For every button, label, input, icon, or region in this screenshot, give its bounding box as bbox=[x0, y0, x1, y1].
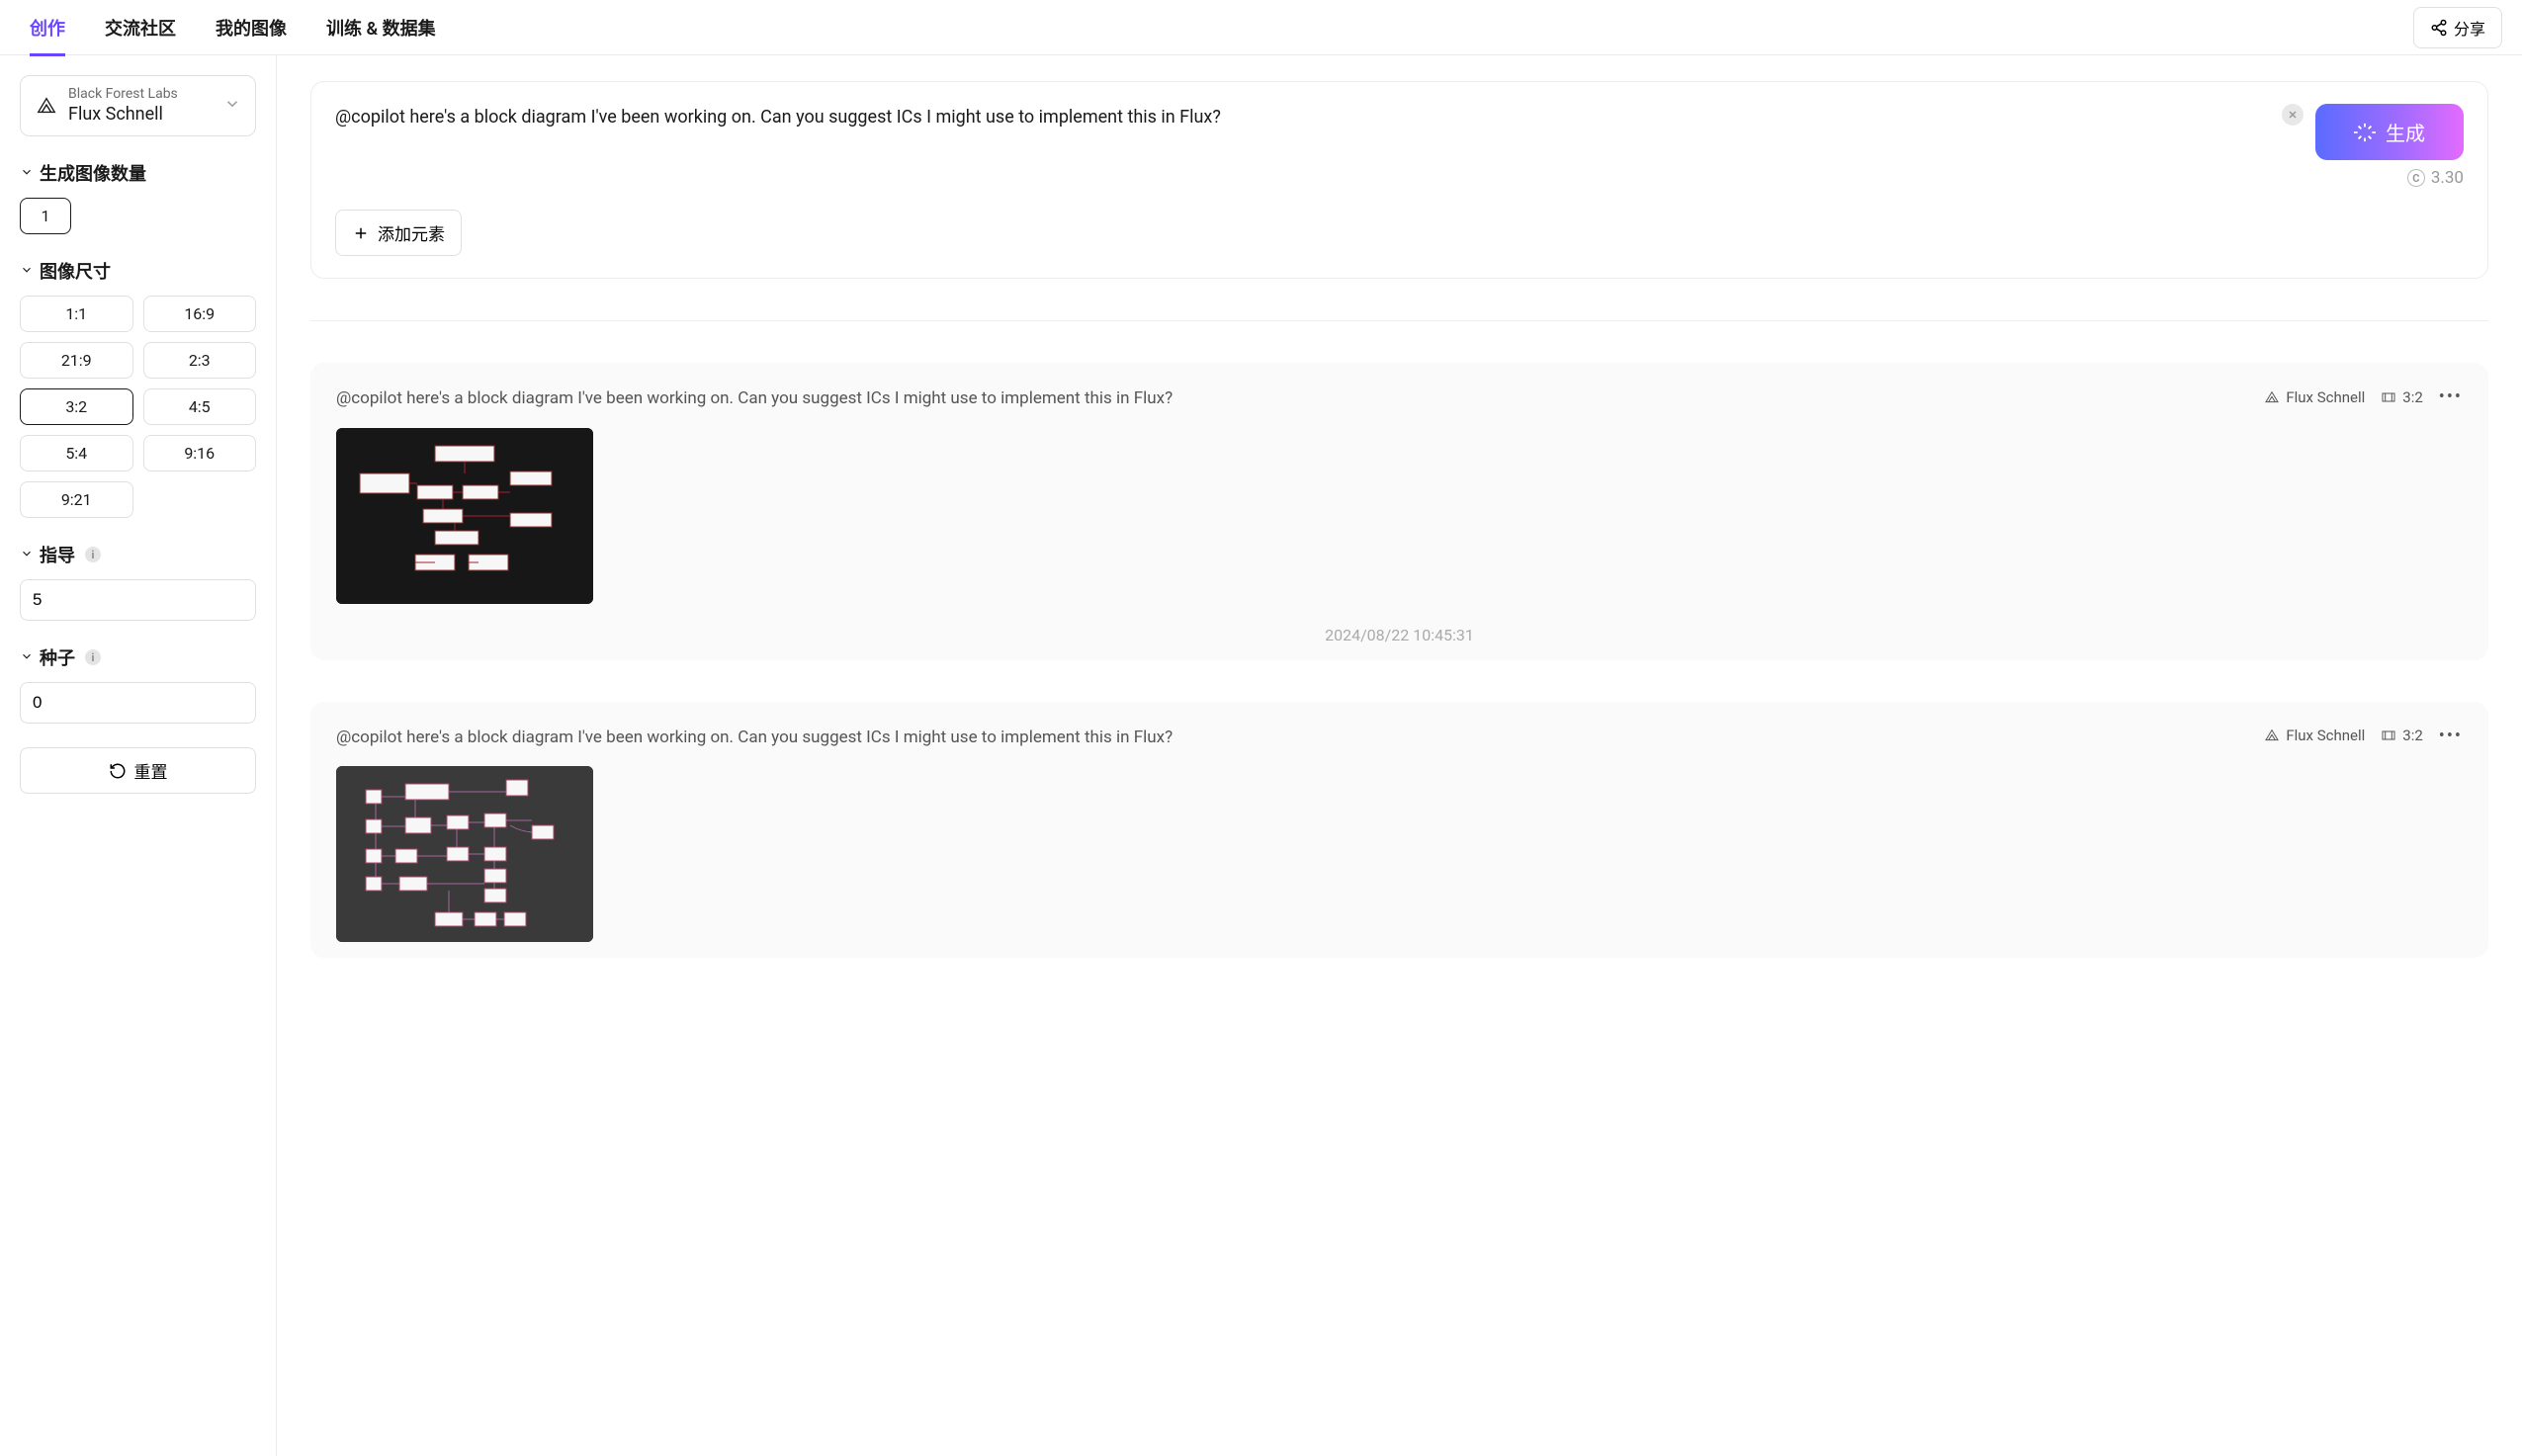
section-seed-toggle[interactable]: 种子 i bbox=[20, 644, 256, 670]
model-logo-icon bbox=[2264, 389, 2280, 405]
block-diagram-thumbnail-icon bbox=[336, 766, 593, 942]
tab-training[interactable]: 训练 & 数据集 bbox=[326, 0, 436, 56]
history-timestamp: 2024/08/22 10:45:31 bbox=[336, 626, 2463, 644]
reset-button[interactable]: 重置 bbox=[20, 747, 256, 794]
chevron-down-icon bbox=[223, 95, 241, 117]
guidance-input[interactable] bbox=[20, 579, 256, 621]
section-seed: 种子 i bbox=[20, 644, 256, 724]
section-guidance-label: 指导 bbox=[40, 542, 75, 567]
generate-label: 生成 bbox=[2386, 118, 2425, 146]
credit-value: 3.30 bbox=[2431, 168, 2464, 188]
history-ratio-label: 3:2 bbox=[2402, 727, 2423, 744]
history-prompt: @copilot here's a block diagram I've bee… bbox=[336, 386, 2244, 412]
history-model-label: Flux Schnell bbox=[2286, 727, 2365, 744]
ratio-option-9-16[interactable]: 9:16 bbox=[143, 435, 257, 471]
clear-prompt-button[interactable] bbox=[2282, 104, 2304, 126]
model-name: Flux Schnell bbox=[68, 103, 178, 126]
credit-cost: C 3.30 bbox=[2407, 168, 2464, 188]
generate-button[interactable]: 生成 bbox=[2315, 104, 2464, 160]
prompt-card: 生成 C 3.30 添加元素 bbox=[310, 81, 2488, 279]
history-more-button[interactable]: ••• bbox=[2439, 386, 2463, 407]
ratio-option-9-21[interactable]: 9:21 bbox=[20, 481, 133, 518]
history-prompt: @copilot here's a block diagram I've bee… bbox=[336, 726, 2244, 751]
main-layout: Black Forest Labs Flux Schnell 生成图像数量 1 bbox=[0, 55, 2522, 1456]
ratio-option-21-9[interactable]: 21:9 bbox=[20, 342, 133, 379]
section-guidance: 指导 i bbox=[20, 542, 256, 621]
ratio-option-5-4[interactable]: 5:4 bbox=[20, 435, 133, 471]
plus-icon bbox=[352, 224, 370, 242]
tab-community[interactable]: 交流社区 bbox=[105, 0, 176, 56]
sparkle-icon bbox=[2354, 122, 2376, 143]
info-icon: i bbox=[85, 649, 101, 665]
reset-icon bbox=[109, 762, 127, 780]
prompt-input-area bbox=[335, 104, 2304, 134]
chevron-down-icon bbox=[20, 647, 34, 668]
history-ratio-label: 3:2 bbox=[2402, 388, 2423, 406]
prompt-input[interactable] bbox=[335, 104, 2304, 130]
reset-label: 重置 bbox=[134, 758, 168, 783]
history-ratio: 3:2 bbox=[2381, 727, 2423, 744]
section-seed-label: 种子 bbox=[40, 644, 75, 670]
history-meta: Flux Schnell 3:2 ••• bbox=[2264, 726, 2463, 746]
history-meta: Flux Schnell 3:2 ••• bbox=[2264, 386, 2463, 407]
tabs-nav: 创作 交流社区 我的图像 训练 & 数据集 bbox=[20, 0, 436, 56]
chevron-down-icon bbox=[20, 545, 34, 565]
chevron-down-icon bbox=[20, 261, 34, 282]
section-image-size-toggle[interactable]: 图像尺寸 bbox=[20, 258, 256, 284]
aspect-ratio-icon bbox=[2381, 389, 2396, 405]
tabs-header: 创作 交流社区 我的图像 训练 & 数据集 分享 bbox=[0, 0, 2522, 55]
close-icon bbox=[2287, 109, 2299, 121]
ratio-option-4-5[interactable]: 4:5 bbox=[143, 388, 257, 425]
model-logo-icon bbox=[2264, 728, 2280, 743]
history-more-button[interactable]: ••• bbox=[2439, 726, 2463, 746]
history-model-label: Flux Schnell bbox=[2286, 388, 2365, 406]
ratio-option-2-3[interactable]: 2:3 bbox=[143, 342, 257, 379]
add-element-label: 添加元素 bbox=[378, 220, 445, 245]
tab-create[interactable]: 创作 bbox=[30, 0, 65, 56]
right-panel: 生成 C 3.30 添加元素 @copilot here's a block d… bbox=[277, 55, 2522, 1456]
info-icon: i bbox=[85, 547, 101, 562]
history-card: @copilot here's a block diagram I've bee… bbox=[310, 363, 2488, 660]
divider bbox=[310, 320, 2488, 321]
image-count-option[interactable]: 1 bbox=[20, 198, 71, 234]
history-thumbnail[interactable] bbox=[336, 766, 593, 942]
ratio-option-1-1[interactable]: 1:1 bbox=[20, 296, 133, 332]
history-ratio: 3:2 bbox=[2381, 388, 2423, 406]
section-image-count: 生成图像数量 1 bbox=[20, 160, 256, 234]
generate-stack: 生成 C 3.30 bbox=[2315, 104, 2464, 188]
share-label: 分享 bbox=[2454, 16, 2485, 40]
ratio-option-16-9[interactable]: 16:9 bbox=[143, 296, 257, 332]
model-logo-icon bbox=[35, 94, 58, 118]
history-thumbnail[interactable] bbox=[336, 428, 593, 604]
block-diagram-thumbnail-icon bbox=[336, 428, 593, 604]
tab-my-images[interactable]: 我的图像 bbox=[216, 0, 287, 56]
section-guidance-toggle[interactable]: 指导 i bbox=[20, 542, 256, 567]
aspect-ratio-icon bbox=[2381, 728, 2396, 743]
history-model: Flux Schnell bbox=[2264, 388, 2365, 406]
section-image-count-toggle[interactable]: 生成图像数量 bbox=[20, 160, 256, 186]
share-button[interactable]: 分享 bbox=[2413, 7, 2502, 48]
section-image-size: 图像尺寸 1:1 16:9 21:9 2:3 3:2 4:5 5:4 9:16 … bbox=[20, 258, 256, 518]
ratio-option-3-2[interactable]: 3:2 bbox=[20, 388, 133, 425]
section-image-count-label: 生成图像数量 bbox=[40, 160, 146, 186]
history-model: Flux Schnell bbox=[2264, 727, 2365, 744]
share-icon bbox=[2430, 19, 2448, 37]
model-text: Black Forest Labs Flux Schnell bbox=[68, 86, 178, 126]
seed-input[interactable] bbox=[20, 682, 256, 724]
add-element-button[interactable]: 添加元素 bbox=[335, 210, 462, 256]
credit-icon: C bbox=[2407, 169, 2425, 187]
history-card: @copilot here's a block diagram I've bee… bbox=[310, 702, 2488, 959]
chevron-down-icon bbox=[20, 163, 34, 184]
model-selector[interactable]: Black Forest Labs Flux Schnell bbox=[20, 75, 256, 136]
left-panel: Black Forest Labs Flux Schnell 生成图像数量 1 bbox=[0, 55, 277, 1456]
section-image-size-label: 图像尺寸 bbox=[40, 258, 111, 284]
model-vendor: Black Forest Labs bbox=[68, 86, 178, 103]
